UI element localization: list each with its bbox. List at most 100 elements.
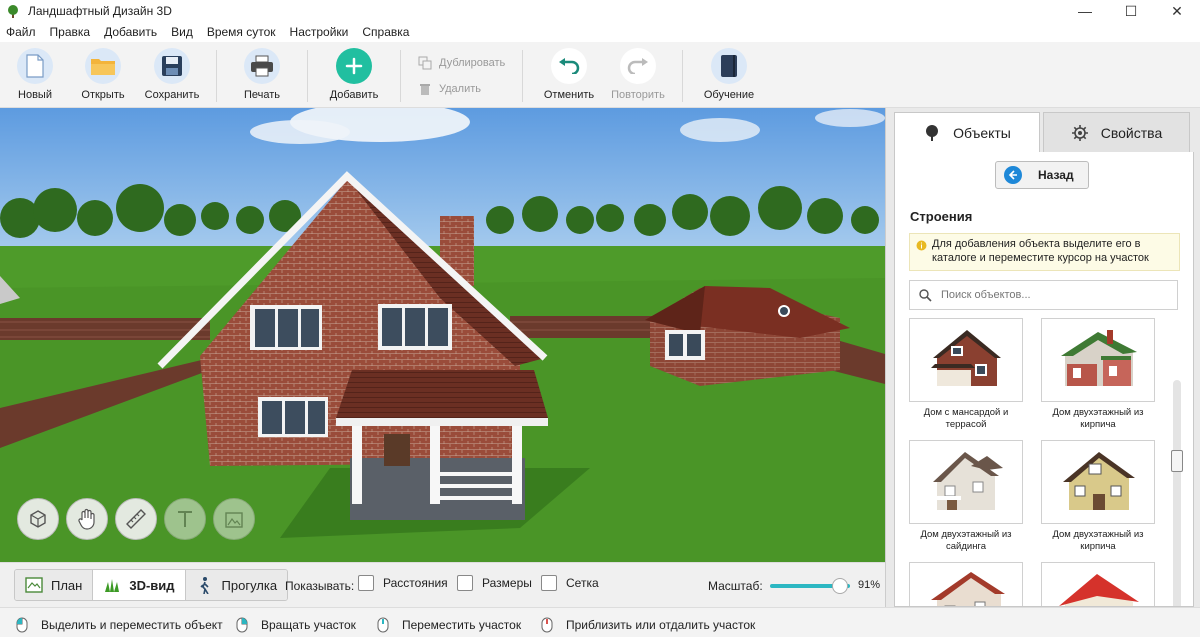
tab-walk[interactable]: Прогулка	[185, 570, 288, 600]
select-object-tool[interactable]	[17, 498, 59, 540]
toolbar-separator	[400, 50, 401, 102]
sizes-label: Размеры	[482, 576, 532, 590]
mouse-middle-icon	[377, 617, 389, 633]
image-tool[interactable]	[213, 498, 255, 540]
tab-3d-view-label: 3D-вид	[129, 577, 175, 593]
back-button[interactable]: Назад	[995, 161, 1089, 189]
close-button[interactable]: ✕	[1154, 0, 1200, 22]
back-label: Назад	[1038, 168, 1074, 182]
open-button[interactable]: Открыть	[68, 48, 138, 104]
catalog-item[interactable]: Дом двухэтажный из кирпича	[1041, 440, 1155, 553]
catalog-item[interactable]	[1041, 562, 1155, 606]
menu-add[interactable]: Добавить	[104, 25, 157, 39]
catalog-item[interactable]: Дом двухэтажный из кирпича	[1041, 318, 1155, 431]
new-label: Новый	[18, 89, 52, 101]
add-label: Добавить	[329, 89, 379, 101]
checkbox-box	[457, 575, 473, 591]
catalog-item[interactable]: Дом двухэтажный из сайдинга	[909, 440, 1023, 553]
tab-3d-view[interactable]: 3D-вид	[93, 570, 186, 600]
add-button[interactable]: Добавить	[319, 48, 389, 104]
menu-settings[interactable]: Настройки	[290, 25, 349, 39]
redo-label: Повторить	[611, 89, 665, 101]
view-mode-tabs: План 3D-вид Прогулка	[14, 569, 289, 601]
scale-slider-thumb[interactable]	[832, 578, 848, 594]
minimize-button[interactable]: —	[1062, 0, 1108, 22]
scale-label: Масштаб:	[708, 579, 763, 593]
hint-move: Переместить участок	[377, 617, 521, 633]
arrow-left-icon	[1004, 166, 1022, 184]
tab-walk-label: Прогулка	[221, 577, 278, 593]
catalog-item-name: Дом двухэтажный из кирпича	[1052, 529, 1144, 552]
text-tool[interactable]	[164, 498, 206, 540]
info-icon	[916, 240, 927, 251]
catalog-thumbnail	[1041, 562, 1155, 606]
undo-button[interactable]: Отменить	[534, 48, 604, 104]
tutorial-label: Обучение	[703, 89, 755, 101]
plus-icon	[336, 48, 372, 84]
view-options-bar: План 3D-вид Прогулка Показывать: Расстоя…	[0, 562, 885, 607]
tab-plan[interactable]: План	[15, 570, 94, 600]
ruler-icon	[126, 509, 146, 529]
title-bar: Ландшафтный Дизайн 3D — ☐ ✕	[0, 0, 1200, 22]
tab-properties-label: Свойства	[1100, 124, 1163, 141]
delete-button[interactable]: Удалить	[418, 82, 481, 96]
menu-view[interactable]: Вид	[171, 25, 193, 39]
ruler-tool[interactable]	[115, 498, 157, 540]
catalog-scrollbar-track[interactable]	[1173, 380, 1181, 606]
print-label: Печать	[243, 89, 281, 101]
hand-icon	[78, 508, 95, 530]
hint-select-move: Выделить и переместить объект	[16, 617, 223, 633]
open-label: Открыть	[81, 89, 125, 101]
scene-render	[0, 108, 885, 562]
mouse-scroll-icon	[541, 617, 553, 633]
toolbar-separator	[216, 50, 217, 102]
menu-help[interactable]: Справка	[362, 25, 409, 39]
tab-objects-label: Объекты	[953, 124, 1011, 141]
catalog-thumbnail	[1041, 440, 1155, 524]
catalog-thumbnail	[909, 318, 1023, 402]
toolbar: Новый Открыть Сохранить Печать Добавить …	[0, 42, 1200, 108]
tab-objects[interactable]: Объекты	[894, 112, 1040, 152]
menu-edit[interactable]: Правка	[50, 25, 91, 39]
tab-properties[interactable]: Свойства	[1043, 112, 1190, 152]
panel-body: Назад Строения Для добавления объекта вы…	[894, 152, 1194, 607]
search-placeholder: Поиск объектов...	[941, 289, 1031, 301]
app-icon	[8, 5, 18, 18]
sizes-checkbox[interactable]: Размеры	[457, 575, 532, 591]
folder-icon	[85, 48, 121, 84]
duplicate-button[interactable]: Дублировать	[418, 56, 505, 70]
toolbar-separator	[682, 50, 683, 102]
hint-zoom: Приблизить или отдалить участок	[541, 617, 755, 633]
trash-icon	[420, 84, 430, 95]
menu-file[interactable]: Файл	[6, 25, 36, 39]
checkbox-box	[358, 575, 374, 591]
search-icon	[919, 288, 932, 302]
catalog-item[interactable]: Дом с мансардой и террасой	[909, 318, 1023, 431]
tutorial-button[interactable]: Обучение	[694, 48, 764, 104]
walking-person-icon	[199, 577, 209, 594]
image-icon	[225, 512, 243, 528]
catalog-item-name: Дом с мансардой и террасой	[923, 407, 1009, 430]
distances-checkbox[interactable]: Расстояния	[358, 575, 448, 591]
new-button[interactable]: Новый	[0, 48, 70, 104]
pan-tool[interactable]	[66, 498, 108, 540]
grid-checkbox[interactable]: Сетка	[541, 575, 599, 591]
mouse-right-icon	[236, 617, 248, 633]
info-hint-text: Для добавления объекта выделите его в ка…	[932, 238, 1149, 264]
objects-panel: Объекты Свойства Назад Строения Для доба…	[885, 108, 1200, 607]
app-title: Ландшафтный Дизайн 3D	[28, 4, 172, 18]
catalog-scrollbar-thumb[interactable]	[1171, 450, 1183, 472]
duplicate-label: Дублировать	[439, 57, 506, 69]
grid-label: Сетка	[566, 576, 599, 590]
print-button[interactable]: Печать	[227, 48, 297, 104]
menu-time-of-day[interactable]: Время суток	[207, 25, 276, 39]
save-button[interactable]: Сохранить	[137, 48, 207, 104]
maximize-button[interactable]: ☐	[1108, 0, 1154, 22]
3d-viewport[interactable]	[0, 108, 885, 562]
menu-bar: Файл Правка Добавить Вид Время суток Нас…	[0, 22, 1200, 42]
redo-button[interactable]: Повторить	[603, 48, 673, 104]
catalog-thumbnail	[1041, 318, 1155, 402]
redo-icon	[620, 48, 656, 84]
search-input[interactable]: Поиск объектов...	[909, 280, 1178, 310]
catalog-item[interactable]	[909, 562, 1023, 606]
